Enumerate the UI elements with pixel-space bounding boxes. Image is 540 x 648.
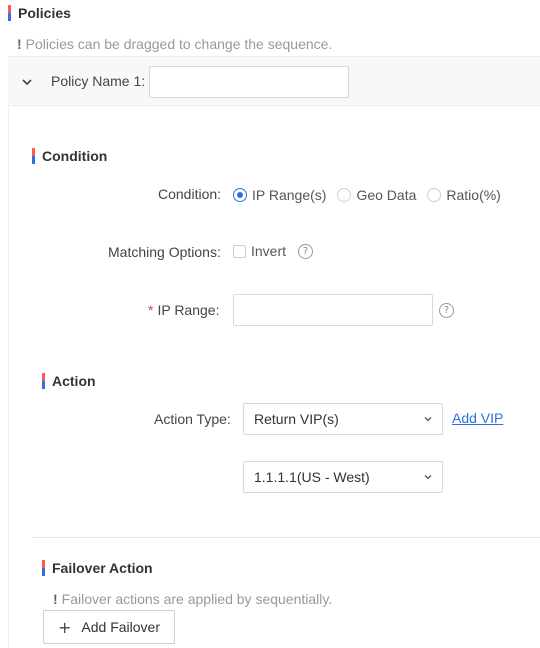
policy-body-border xyxy=(8,106,9,648)
radio-ratio-label: Ratio(%) xyxy=(446,187,501,203)
policy-name-input[interactable] xyxy=(149,66,349,98)
radio-geo-data-label: Geo Data xyxy=(356,187,417,203)
condition-heading: Condition xyxy=(32,148,107,164)
info-mark: ! xyxy=(53,591,58,607)
info-mark: ! xyxy=(17,36,22,52)
radio-selected-icon[interactable] xyxy=(233,188,247,202)
policies-hint: ! Policies can be dragged to change the s… xyxy=(17,36,332,52)
add-vip-link[interactable]: Add VIP xyxy=(452,410,503,426)
chevron-down-icon[interactable] xyxy=(22,77,32,87)
required-mark: * xyxy=(148,302,154,318)
section-bar xyxy=(8,5,11,21)
help-icon[interactable]: ? xyxy=(439,303,454,318)
policies-title: Policies xyxy=(18,5,71,21)
invert-option[interactable]: Invert ? xyxy=(233,243,314,259)
section-bar xyxy=(42,560,45,576)
invert-checkbox[interactable] xyxy=(233,244,246,258)
add-failover-button[interactable]: + Add Failover xyxy=(43,610,175,644)
radio-unselected-icon[interactable] xyxy=(427,188,442,202)
section-bar xyxy=(42,373,45,389)
matching-options-label: Matching Options: xyxy=(108,244,221,260)
action-title: Action xyxy=(52,373,96,389)
ip-range-input[interactable] xyxy=(233,294,433,326)
action-type-select[interactable]: Return VIP(s) xyxy=(243,403,443,435)
condition-label: Condition: xyxy=(158,186,222,202)
radio-ratio[interactable]: Ratio(%) xyxy=(427,187,501,203)
failover-hint-text: Failover actions are applied by sequenti… xyxy=(61,591,333,607)
failover-title: Failover Action xyxy=(52,560,153,576)
condition-radio-group: IP Range(s) Geo Data Ratio(%) xyxy=(233,187,512,203)
failover-heading: Failover Action xyxy=(42,560,153,576)
radio-ip-range[interactable]: IP Range(s) xyxy=(233,187,326,203)
radio-ip-range-label: IP Range(s) xyxy=(252,187,327,203)
vip-value: 1.1.1.1(US - West) xyxy=(254,469,370,485)
policies-hint-text: Policies can be dragged to change the se… xyxy=(25,36,333,52)
add-failover-label: Add Failover xyxy=(81,619,160,635)
chevron-down-icon xyxy=(424,475,432,480)
ip-range-label-wrap: * IP Range: xyxy=(148,302,219,318)
chevron-down-icon xyxy=(424,417,432,422)
failover-hint: ! Failover actions are applied by sequent… xyxy=(53,591,332,607)
plus-icon: + xyxy=(58,617,72,637)
section-bar xyxy=(32,148,35,164)
vip-select[interactable]: 1.1.1.1(US - West) xyxy=(243,461,443,493)
radio-geo-data[interactable]: Geo Data xyxy=(337,187,416,203)
policies-heading: Policies xyxy=(8,5,71,21)
invert-label: Invert xyxy=(251,243,287,259)
policy-name-label: Policy Name 1: xyxy=(51,73,146,89)
section-divider xyxy=(32,537,540,538)
radio-unselected-icon[interactable] xyxy=(337,188,352,202)
ip-range-label: IP Range: xyxy=(157,302,220,318)
action-type-label: Action Type: xyxy=(154,411,231,427)
action-heading: Action xyxy=(42,373,96,389)
condition-title: Condition xyxy=(42,148,108,164)
action-type-value: Return VIP(s) xyxy=(254,411,339,427)
help-icon[interactable]: ? xyxy=(298,243,314,259)
